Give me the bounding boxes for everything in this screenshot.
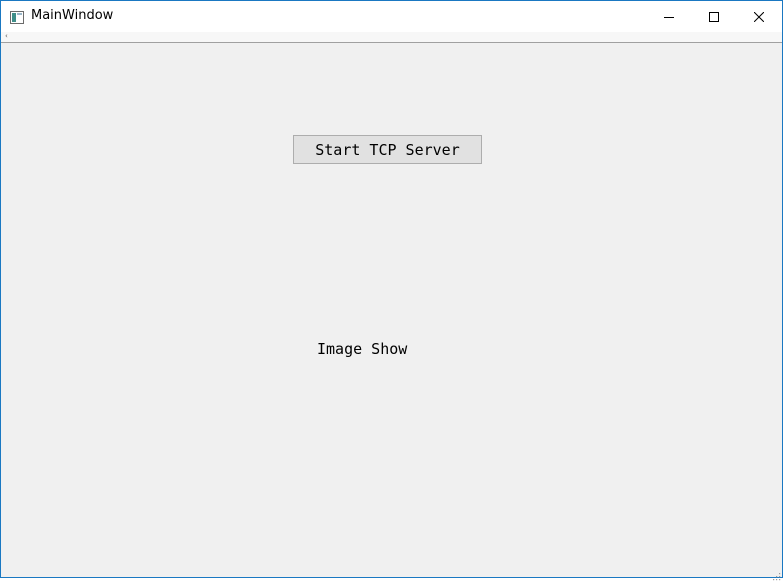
minimize-icon (664, 16, 674, 18)
menu-extension-glyph[interactable]: ‹ (5, 33, 8, 40)
image-show-label: Image Show (317, 340, 408, 358)
close-button[interactable] (736, 1, 782, 32)
size-grip-icon[interactable] (771, 566, 781, 581)
window-app-icon[interactable] (10, 9, 24, 24)
menu-bar: ‹ (1, 32, 782, 43)
maximize-button[interactable] (691, 1, 737, 32)
minimize-button[interactable] (646, 1, 692, 32)
title-bar[interactable]: MainWindow (1, 1, 782, 32)
maximize-icon (709, 11, 719, 22)
central-widget: Start TCP Server Image Show (1, 43, 782, 581)
main-window: MainWindow ‹ Start TCP Server Image Show (0, 0, 783, 581)
window-title: MainWindow (31, 8, 114, 23)
start-tcp-server-button[interactable]: Start TCP Server (293, 135, 482, 164)
close-icon (754, 11, 764, 22)
